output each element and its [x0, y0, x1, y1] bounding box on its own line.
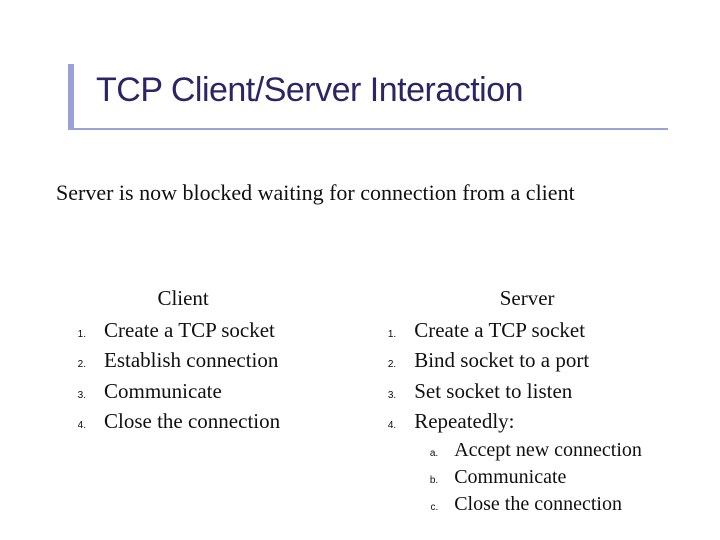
- list-item: 3. Communicate: [48, 378, 318, 404]
- list-text: Repeatedly:: [414, 408, 514, 434]
- title-vertical-rule: [68, 64, 74, 130]
- list-item: 1. Create a TCP socket: [358, 317, 696, 343]
- list-item: 2. Establish connection: [48, 347, 318, 373]
- list-number: 2.: [48, 359, 104, 370]
- sublist-item: b. Communicate: [358, 465, 696, 490]
- server-column: Server 1. Create a TCP socket 2. Bind so…: [358, 286, 696, 519]
- sublist-text: Close the connection: [454, 492, 622, 517]
- list-number: 4.: [358, 420, 414, 431]
- sublist-item: c. Close the connection: [358, 492, 696, 517]
- list-text: Communicate: [104, 378, 222, 404]
- list-number: 1.: [48, 329, 104, 340]
- sublist-letter: c.: [358, 502, 454, 513]
- list-item: 3. Set socket to listen: [358, 378, 696, 404]
- server-heading: Server: [358, 286, 696, 311]
- list-text: Create a TCP socket: [104, 317, 275, 343]
- list-number: 3.: [48, 390, 104, 401]
- list-text: Establish connection: [104, 347, 278, 373]
- list-text: Close the connection: [104, 408, 280, 434]
- sublist-text: Accept new connection: [454, 438, 642, 463]
- list-number: 1.: [358, 329, 414, 340]
- sublist-item: a. Accept new connection: [358, 438, 696, 463]
- content-columns: Client 1. Create a TCP socket 2. Establi…: [48, 286, 696, 519]
- list-text: Set socket to listen: [414, 378, 572, 404]
- list-item: 1. Create a TCP socket: [48, 317, 318, 343]
- list-item: 2. Bind socket to a port: [358, 347, 696, 373]
- client-column: Client 1. Create a TCP socket 2. Establi…: [48, 286, 318, 519]
- sublist-text: Communicate: [454, 465, 566, 490]
- client-heading: Client: [48, 286, 318, 311]
- list-item: 4. Close the connection: [48, 408, 318, 434]
- list-number: 4.: [48, 420, 104, 431]
- list-text: Bind socket to a port: [414, 347, 589, 373]
- list-number: 2.: [358, 359, 414, 370]
- slide-subtitle: Server is now blocked waiting for connec…: [56, 180, 692, 206]
- list-text: Create a TCP socket: [414, 317, 585, 343]
- list-item: 4. Repeatedly:: [358, 408, 696, 434]
- slide-title: TCP Client/Server Interaction: [68, 72, 690, 109]
- title-underline: [68, 128, 668, 130]
- sublist-letter: b.: [358, 475, 454, 486]
- list-number: 3.: [358, 390, 414, 401]
- sublist-letter: a.: [358, 448, 454, 459]
- title-block: TCP Client/Server Interaction: [68, 72, 690, 109]
